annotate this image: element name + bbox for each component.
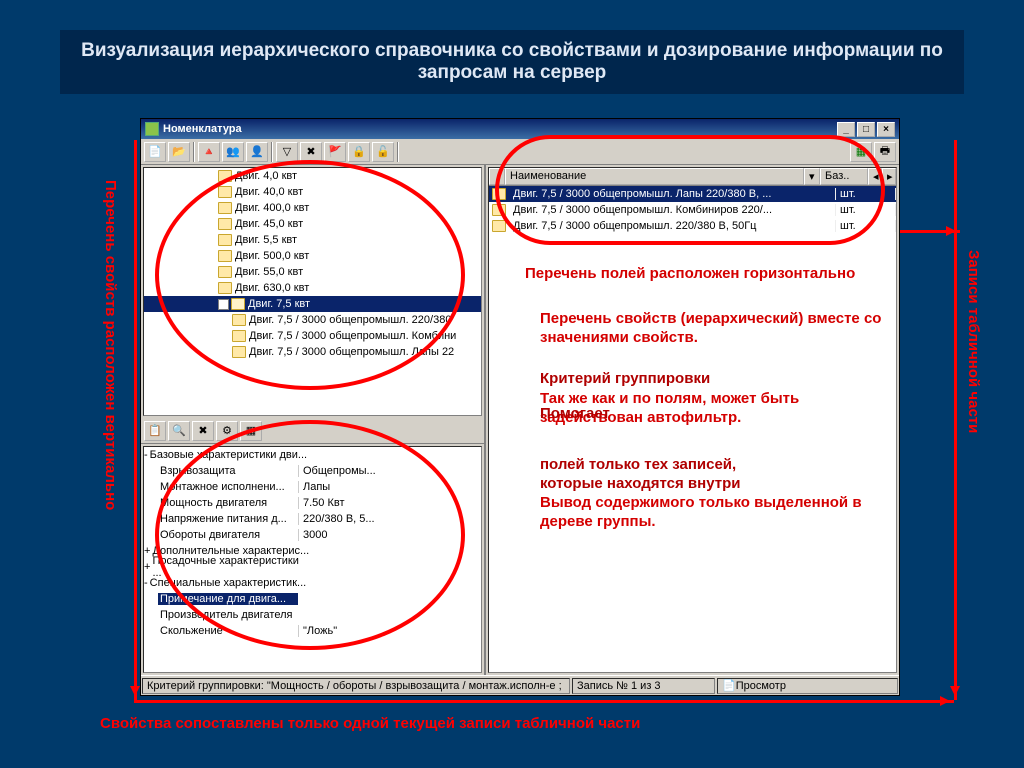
status-view: 📄 Просмотр (717, 678, 898, 694)
property-row[interactable]: +Посадочные характеристики ... (144, 559, 481, 575)
tree-item[interactable]: Двиг. 7,5 / 3000 общепромышл. Лапы 22 (144, 344, 481, 360)
label-properties-vertical: Перечень свойств расположен вертикально (102, 180, 119, 520)
caption-bottom: Свойства сопоставлены только одной текущ… (100, 715, 640, 732)
window-title: Номенклатура (163, 123, 242, 135)
category-tree[interactable]: Двиг. 4,0 квтДвиг. 40,0 квтДвиг. 400,0 к… (143, 167, 482, 416)
ann-group-output: Вывод содержимого только выделенной в де… (540, 494, 900, 532)
tool-print[interactable]: 🖶 (874, 142, 896, 162)
prop-tool-1[interactable]: 📋 (144, 421, 166, 441)
maximize-button[interactable]: □ (857, 122, 875, 137)
tree-item[interactable]: Двиг. 500,0 квт (144, 248, 481, 264)
tree-item[interactable]: Двиг. 45,0 квт (144, 216, 481, 232)
main-toolbar: 📄 📂 🔺 👥 👤 ▽ ✖ 🚩 🔒 🔓 ▦ 🖶 (141, 139, 899, 165)
close-button[interactable]: × (877, 122, 895, 137)
props-toolbar: 📋 🔍 ✖ ⚙ ▦ (141, 418, 484, 444)
properties-tree[interactable]: -Базовые характеристики дви...Взрывозащи… (143, 446, 482, 673)
col-unit[interactable]: Баз.. (820, 168, 868, 185)
tree-item[interactable]: Двиг. 630,0 квт (144, 280, 481, 296)
property-row[interactable]: Обороты двигателя3000 (144, 527, 481, 543)
property-row[interactable]: Скольжение"Ложь" (144, 623, 481, 639)
tree-item[interactable]: Двиг. 55,0 квт (144, 264, 481, 280)
tool-open[interactable]: 📂 (168, 142, 190, 162)
minimize-button[interactable]: _ (837, 122, 855, 137)
status-record: Запись № 1 из 3 (572, 678, 715, 694)
titlebar[interactable]: Номенклатура _ □ × (141, 119, 899, 139)
table-row[interactable]: Двиг. 7,5 / 3000 общепромышл. Лапы 220/3… (489, 186, 896, 202)
prop-tool-2[interactable]: 🔍 (168, 421, 190, 441)
prop-tool-3[interactable]: ✖ (192, 421, 214, 441)
tool-unlock[interactable]: 🔓 (372, 142, 394, 162)
tool-filter[interactable]: ▽ (276, 142, 298, 162)
tree-item[interactable]: Двиг. 4,0 квт (144, 168, 481, 184)
col-name[interactable]: Наименование (505, 168, 804, 185)
property-row[interactable]: -Базовые характеристики дви... (144, 447, 481, 463)
tree-item[interactable]: Двиг. 5,5 квт (144, 232, 481, 248)
tree-item[interactable]: -Двиг. 7,5 квт (144, 296, 481, 312)
property-row[interactable]: Напряжение питания д...220/380 В, 5... (144, 511, 481, 527)
ann-helps: Помогает (540, 405, 890, 424)
tool-excel[interactable]: ▦ (850, 142, 872, 162)
table-row[interactable]: Двиг. 7,5 / 3000 общепромышл. Комбиниров… (489, 202, 896, 218)
property-row[interactable]: -Специальные характеристик... (144, 575, 481, 591)
app-icon (145, 122, 159, 136)
prop-tool-4[interactable]: ⚙ (216, 421, 238, 441)
ann-criteria: Критерий группировки (540, 370, 890, 389)
label-records: Записи табличной части (965, 250, 982, 530)
property-row[interactable]: Примечание для двига... (144, 591, 481, 607)
ann-fields-only: полей только тех записей, (540, 456, 890, 475)
property-row[interactable]: Производитель двигателя (144, 607, 481, 623)
property-row[interactable]: Мощность двигателя7.50 Квт (144, 495, 481, 511)
tool-add[interactable]: 🔺 (198, 142, 220, 162)
arrow-bottom (134, 700, 954, 703)
ann-fields-horizontal: Перечень полей расположен горизонтально (525, 265, 875, 284)
tool-users[interactable]: 👤 (246, 142, 268, 162)
prop-tool-5[interactable]: ▦ (240, 421, 262, 441)
slide-title: Визуализация иерархического справочника … (60, 30, 964, 94)
property-row[interactable]: Монтажное исполнени...Лапы (144, 479, 481, 495)
tree-item[interactable]: Двиг. 400,0 квт (144, 200, 481, 216)
ann-inside: которые находятся внутри (540, 475, 890, 494)
status-criteria: Критерий группировки: "Мощность / оборот… (142, 678, 570, 694)
tree-item[interactable]: Двиг. 40,0 квт (144, 184, 481, 200)
table-row[interactable]: Двиг. 7,5 / 3000 общепромышл. 220/380 В,… (489, 218, 896, 234)
property-row[interactable]: ВзрывозащитаОбщепромы... (144, 463, 481, 479)
arrow-right-down (954, 140, 957, 700)
statusbar: Критерий группировки: "Мощность / оборот… (141, 675, 899, 695)
ann-props-hier: Перечень свойств (иерархический) вместе … (540, 310, 890, 348)
tool-new[interactable]: 📄 (144, 142, 166, 162)
tool-clear-filter[interactable]: ✖ (300, 142, 322, 162)
tree-item[interactable]: Двиг. 7,5 / 3000 общепромышл. Комбини (144, 328, 481, 344)
arrow-left (134, 140, 137, 700)
tool-lock[interactable]: 🔒 (348, 142, 370, 162)
tree-item[interactable]: Двиг. 7,5 / 3000 общепромышл. 220/380 (144, 312, 481, 328)
tool-group[interactable]: 👥 (222, 142, 244, 162)
tool-flags[interactable]: 🚩 (324, 142, 346, 162)
